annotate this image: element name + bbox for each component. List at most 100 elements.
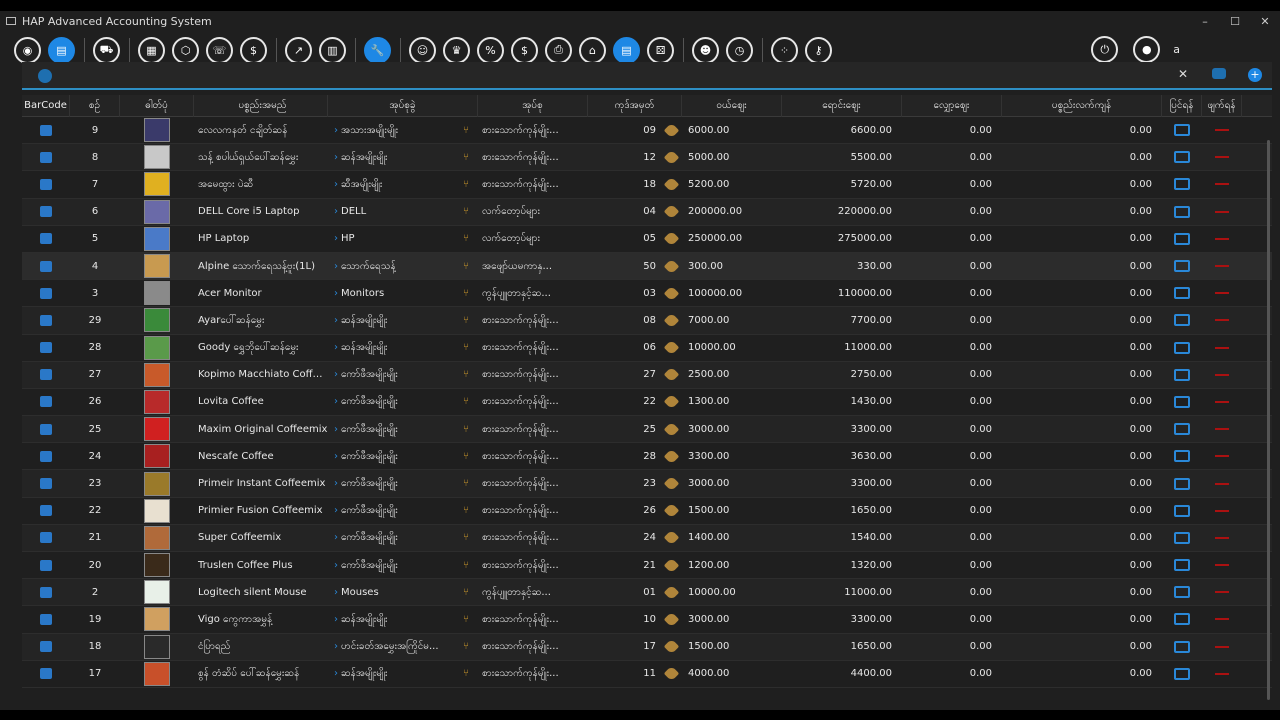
delete-icon[interactable] xyxy=(1215,482,1229,485)
edit-icon[interactable] xyxy=(1174,260,1190,273)
power-icon[interactable]: ⏻ xyxy=(1091,36,1119,63)
delete-cell[interactable] xyxy=(1202,645,1242,648)
table-row[interactable]: 4 Alpine သောက်ရေသန့်ဗူး(1L) › သောက်ရေသန့်… xyxy=(22,252,1272,281)
category-tree-icon[interactable]: ⑂ xyxy=(454,369,478,380)
delete-cell[interactable] xyxy=(1202,482,1242,485)
barcode-icon[interactable] xyxy=(40,641,52,653)
money-icon[interactable]: $ xyxy=(240,36,267,64)
price-tag-cell[interactable] xyxy=(660,396,682,408)
edit-icon[interactable] xyxy=(1174,341,1190,354)
edit-icon[interactable] xyxy=(1174,232,1190,245)
delete-cell[interactable] xyxy=(1202,292,1242,295)
price-tag-cell[interactable] xyxy=(660,532,682,544)
edit-cell[interactable] xyxy=(1162,667,1202,680)
barcode-icon[interactable] xyxy=(40,478,52,490)
table-row[interactable]: 21 Super Coffeemix › ကော်ဖီအမျိုးမျိုး ⑂ … xyxy=(22,524,1272,552)
dice-icon[interactable]: ⚄ xyxy=(647,36,674,64)
price-tag-icon[interactable] xyxy=(663,342,679,354)
category-tree-icon[interactable]: ⑂ xyxy=(454,261,478,272)
delete-icon[interactable] xyxy=(1215,509,1229,512)
price-tag-icon[interactable] xyxy=(663,314,679,326)
price-tag-cell[interactable] xyxy=(660,423,682,435)
barcode-cell[interactable] xyxy=(22,532,70,544)
category-tree-icon[interactable]: ⑂ xyxy=(454,587,478,598)
price-tag-icon[interactable] xyxy=(663,668,679,680)
barcode-icon[interactable] xyxy=(40,559,52,571)
edit-icon[interactable] xyxy=(1174,640,1190,653)
col-sell[interactable]: ရောင်းဈေး xyxy=(782,94,902,117)
dashboard-icon[interactable]: ◉ xyxy=(14,36,41,64)
price-tag-icon[interactable] xyxy=(663,206,679,218)
table-row[interactable]: 28 Goody ရွှေဘိုပေါ်ဆန်မွှေး › ဆန်အမျိုးမ… xyxy=(22,335,1272,362)
price-tag-icon[interactable] xyxy=(663,260,679,272)
price-tag-cell[interactable] xyxy=(660,559,682,571)
edit-cell[interactable] xyxy=(1162,477,1202,490)
barcode-cell[interactable] xyxy=(22,342,70,354)
barcode-cell[interactable] xyxy=(22,396,70,408)
delete-cell[interactable] xyxy=(1202,428,1242,431)
edit-cell[interactable] xyxy=(1162,423,1202,436)
delete-cell[interactable] xyxy=(1202,509,1242,512)
price-tag-icon[interactable] xyxy=(663,178,679,190)
delete-icon[interactable] xyxy=(1215,129,1229,132)
barcode-cell[interactable] xyxy=(22,151,70,163)
category-tree-icon[interactable]: ⑂ xyxy=(454,478,478,489)
col-buy[interactable]: ဝယ်ဈေး xyxy=(682,94,782,117)
percent-icon[interactable]: % xyxy=(477,36,504,64)
category-tree-icon[interactable]: ⑂ xyxy=(454,532,478,543)
delete-icon[interactable] xyxy=(1215,319,1229,322)
delete-cell[interactable] xyxy=(1202,618,1242,621)
table-row[interactable]: 19 Vigo ကွေကာအမွှန့် › ဆန်အမျိုးမျိုး ⑂ စ… xyxy=(22,606,1272,634)
barcode-cell[interactable] xyxy=(22,206,70,218)
team-icon[interactable]: ☺ xyxy=(409,36,436,64)
col-discount[interactable]: လျှော့ဈေး xyxy=(902,94,1002,117)
trophy-icon[interactable]: ♛ xyxy=(443,36,470,64)
delete-icon[interactable] xyxy=(1215,455,1229,458)
barcode-cell[interactable] xyxy=(22,478,70,490)
barcode-icon[interactable] xyxy=(40,287,52,299)
barcode-icon[interactable] xyxy=(40,532,52,544)
delete-cell[interactable] xyxy=(1202,237,1242,240)
price-tag-icon[interactable] xyxy=(663,151,679,163)
table-row[interactable]: 24 Nescafe Coffee › ကော်ဖီအမျိုးမျိုး ⑂ စ… xyxy=(22,443,1272,471)
price-tag-cell[interactable] xyxy=(660,314,682,326)
delete-cell[interactable] xyxy=(1202,183,1242,186)
barcode-icon[interactable] xyxy=(40,505,52,517)
user-icon[interactable]: ☻ xyxy=(692,36,719,64)
barcode-icon[interactable] xyxy=(40,314,52,326)
delete-cell[interactable] xyxy=(1202,564,1242,567)
edit-cell[interactable] xyxy=(1162,368,1202,381)
edit-cell[interactable] xyxy=(1162,586,1202,599)
close-button[interactable]: ✕ xyxy=(1250,15,1280,28)
barcode-icon[interactable] xyxy=(40,342,52,354)
dollar-icon[interactable]: $ xyxy=(511,36,538,64)
price-tag-cell[interactable] xyxy=(660,641,682,653)
table-row[interactable]: 26 Lovita Coffee › ကော်ဖီအမျိုးမျိုး ⑂ စာ… xyxy=(22,389,1272,417)
table-row[interactable]: 18 ငံပြာရည် › ဟင်းခတ်အမွှေးအကြိုင်မ... ⑂ … xyxy=(22,633,1272,661)
edit-cell[interactable] xyxy=(1162,613,1202,626)
col-code[interactable]: ကုဒ်အမှတ် xyxy=(588,94,682,117)
category-tree-icon[interactable]: ⑂ xyxy=(454,342,478,353)
phone-icon[interactable]: ☏ xyxy=(206,36,233,64)
price-tag-icon[interactable] xyxy=(663,124,679,136)
edit-cell[interactable] xyxy=(1162,341,1202,354)
barcode-cell[interactable] xyxy=(22,423,70,435)
delete-cell[interactable] xyxy=(1202,265,1242,268)
cart-icon[interactable]: ⛟ xyxy=(93,36,120,64)
table-row[interactable]: 23 Primeir Instant Coffeemix › ကော်ဖီအမျိ… xyxy=(22,470,1272,498)
table-row[interactable]: 8 သန့် စပါယ်ရှယ်ပေါ်ဆန်မွှေး › ဆန်အမျိုးမ… xyxy=(22,144,1272,172)
delete-icon[interactable] xyxy=(1215,265,1229,268)
edit-icon[interactable] xyxy=(1174,368,1190,381)
edit-icon[interactable] xyxy=(1174,531,1190,544)
barcode-cell[interactable] xyxy=(22,613,70,625)
category-tree-icon[interactable]: ⑂ xyxy=(454,641,478,652)
edit-cell[interactable] xyxy=(1162,205,1202,218)
price-tag-cell[interactable] xyxy=(660,505,682,517)
delete-icon[interactable] xyxy=(1215,400,1229,403)
edit-icon[interactable] xyxy=(1174,559,1190,572)
search-input[interactable] xyxy=(62,66,1162,86)
minimize-button[interactable]: – xyxy=(1190,15,1220,28)
category-tree-icon[interactable]: ⑂ xyxy=(454,424,478,435)
edit-cell[interactable] xyxy=(1162,450,1202,463)
add-icon[interactable]: + xyxy=(1248,68,1262,82)
